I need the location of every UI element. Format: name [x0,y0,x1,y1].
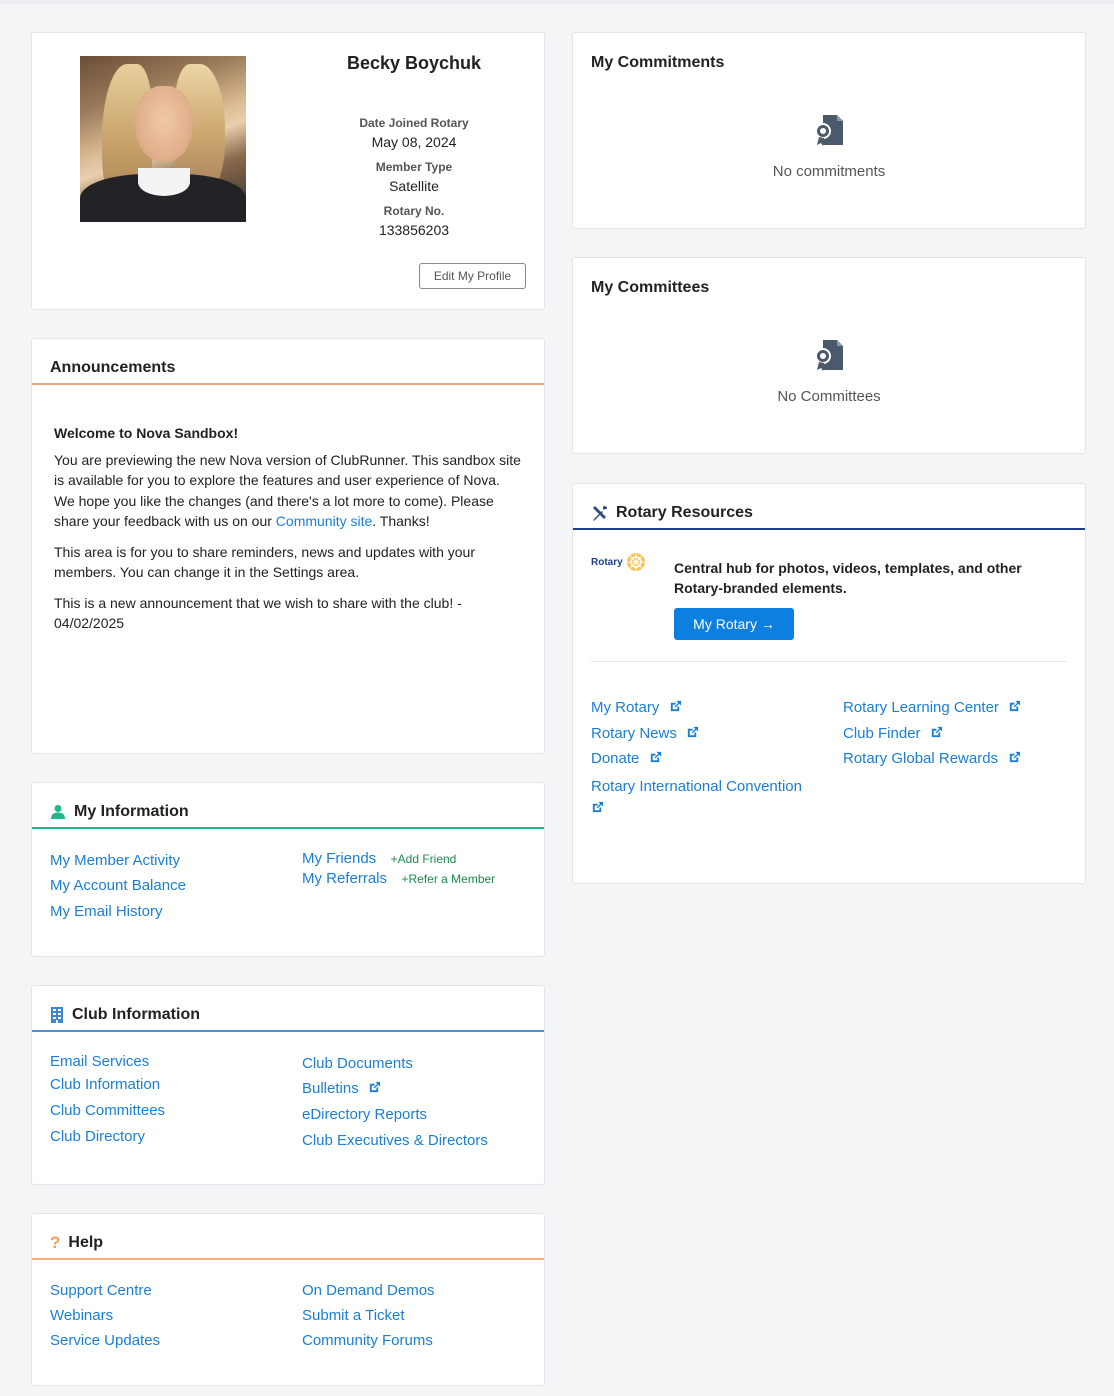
my-account-balance-link[interactable]: My Account Balance [50,877,186,894]
divider [591,661,1067,662]
my-rotary-row: My Rotary [591,699,682,717]
certificate-document-icon [815,340,843,371]
tools-icon [593,505,607,521]
external-link-icon [931,726,943,738]
support-centre-link[interactable]: Support Centre [50,1282,152,1299]
edit-profile-button[interactable]: Edit My Profile [419,263,526,289]
donate-row: Donate [591,750,662,768]
rotary-international-convention-link[interactable]: Rotary International Convention [591,778,802,795]
rotary-no-value: 133856203 [378,222,450,238]
community-forums-link[interactable]: Community Forums [302,1332,433,1349]
bulletins-row: Bulletins [302,1080,381,1098]
building-icon [51,1007,63,1023]
webinars-link[interactable]: Webinars [50,1307,113,1324]
external-link-icon [1009,751,1020,763]
email-services-link[interactable]: Email Services [50,1053,149,1070]
on-demand-demos-link[interactable]: On Demand Demos [302,1282,435,1299]
member-name: Becky Boychuk [346,53,482,73]
rotary-hub-description: Central hub for photos, videos, template… [674,560,1022,596]
rotary-news-row: Rotary News [591,725,699,743]
my-committees-card: My Committees No Committees [572,257,1086,454]
rotary-logo: Rotary [591,552,646,572]
ri-convention-row: Rotary International Convention [591,776,821,820]
announcement-body: Welcome to Nova Sandbox! You are preview… [54,423,524,644]
my-referrals-link[interactable]: My Referrals [302,870,387,887]
rotary-resources-header: Rotary Resources [573,484,1085,530]
friends-row: My Friends +Add Friend [302,850,456,868]
announcement-paragraph-2: This area is for you to share reminders,… [54,543,475,581]
my-friends-link[interactable]: My Friends [302,850,376,867]
announcement-welcome: Welcome to Nova Sandbox! [54,425,239,441]
rotary-news-link[interactable]: Rotary News [591,725,677,742]
rotary-resources-title: Rotary Resources [616,504,753,521]
help-card: ? Help Support Centre Webinars Service U… [31,1213,545,1386]
rotary-global-rewards-row: Rotary Global Rewards [843,750,1021,768]
my-information-header: My Information [32,783,544,829]
announcements-card: Announcements Welcome to Nova Sandbox! Y… [31,338,545,754]
announcement-paragraph-1: You are previewing the new Nova version … [54,451,521,530]
my-email-history-link[interactable]: My Email History [50,903,163,920]
date-joined-value: May 08, 2024 [371,134,457,150]
certificate-document-icon [815,115,843,146]
club-information-header: Club Information [32,986,544,1032]
rotary-no-label: Rotary No. [383,204,445,218]
club-finder-row: Club Finder [843,725,943,743]
club-directory-link[interactable]: Club Directory [50,1128,145,1145]
my-committees-header: My Committees [573,258,1085,304]
referrals-row: My Referrals +Refer a Member [302,870,495,888]
member-type-value: Satellite [389,178,439,194]
club-information-title: Club Information [72,1006,200,1023]
my-commitments-title: My Commitments [591,54,725,71]
service-updates-link[interactable]: Service Updates [50,1332,160,1349]
profile-photo [80,56,246,222]
no-committees-text: No Committees [777,388,881,405]
rotary-learning-center-row: Rotary Learning Center [843,699,1021,717]
no-commitments-text: No commitments [772,163,886,180]
club-information-card: Club Information Email Services Club Inf… [31,985,545,1185]
help-header: ? Help [32,1214,544,1260]
edirectory-reports-link[interactable]: eDirectory Reports [302,1106,427,1123]
club-executives-link[interactable]: Club Executives & Directors [302,1132,488,1149]
external-link-icon [650,751,661,763]
bulletins-link[interactable]: Bulletins [302,1080,359,1097]
announcements-title: Announcements [50,359,176,376]
my-committees-title: My Committees [591,279,710,296]
announcement-paragraph-3: This is a new announcement that we wish … [54,594,462,632]
rotary-global-rewards-link[interactable]: Rotary Global Rewards [843,750,998,767]
date-joined-label: Date Joined Rotary [359,116,469,130]
help-title: Help [68,1234,104,1251]
refer-member-link[interactable]: +Refer a Member [401,872,495,886]
user-icon [51,805,65,819]
external-link-icon [688,726,699,738]
announcements-header: Announcements [32,339,544,385]
external-link-icon [592,801,604,813]
my-commitments-header: My Commitments [573,33,1085,79]
member-type-label: Member Type [375,160,453,174]
profile-card: Becky Boychuk Date Joined Rotary May 08,… [31,32,545,310]
my-member-activity-link[interactable]: My Member Activity [50,852,180,869]
my-commitments-card: My Commitments No commitments [572,32,1086,229]
my-information-card: My Information My Member Activity My Acc… [31,782,545,957]
rotary-resources-card: Rotary Resources Rotary Central hub for … [572,483,1086,884]
external-link-icon [670,700,681,712]
question-icon: ? [50,1233,61,1252]
rotary-wheel-icon [626,553,645,571]
club-documents-link[interactable]: Club Documents [302,1055,413,1072]
community-site-link[interactable]: Community site [276,513,372,529]
donate-link[interactable]: Donate [591,750,639,767]
external-link-icon [370,1081,381,1093]
my-information-title: My Information [74,803,189,820]
external-link-icon [1010,700,1021,712]
top-border [0,0,1114,4]
club-finder-link[interactable]: Club Finder [843,725,921,742]
my-rotary-link[interactable]: My Rotary [591,699,659,716]
rotary-learning-center-link[interactable]: Rotary Learning Center [843,699,999,716]
club-information-link[interactable]: Club Information [50,1076,160,1093]
submit-ticket-link[interactable]: Submit a Ticket [302,1307,405,1324]
my-rotary-button[interactable]: My Rotary → [674,608,794,640]
club-committees-link[interactable]: Club Committees [50,1102,165,1119]
add-friend-link[interactable]: +Add Friend [391,852,457,866]
